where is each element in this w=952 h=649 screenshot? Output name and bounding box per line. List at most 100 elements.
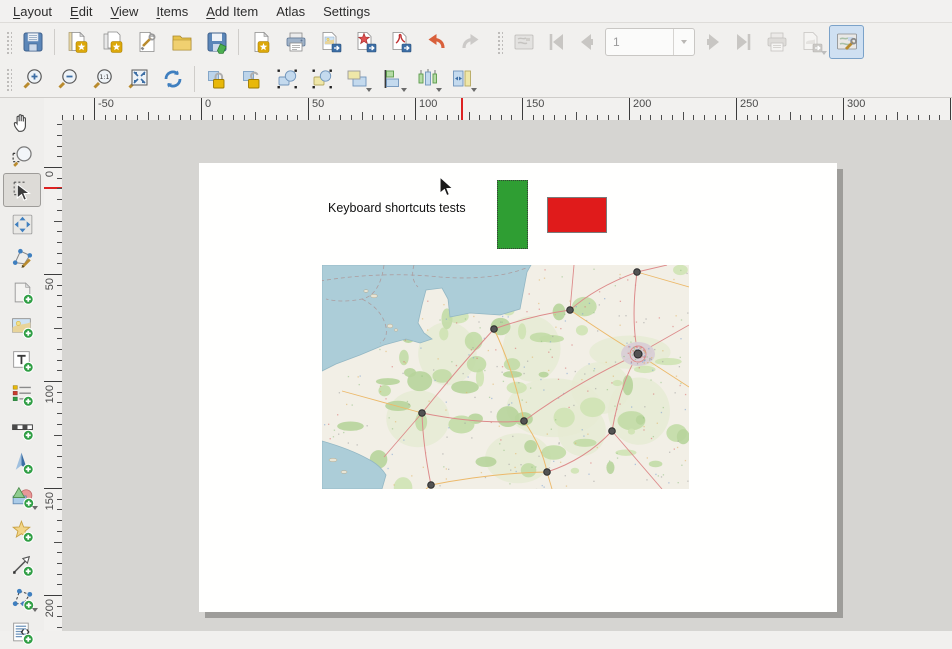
- zoom-actual-text: 1:1: [99, 74, 109, 81]
- add-page-tool[interactable]: [3, 275, 41, 309]
- add-north-arrow-tool[interactable]: [3, 445, 41, 479]
- duplicate-layout-icon: [100, 30, 124, 54]
- redo-button: [453, 25, 488, 59]
- new-layout-icon: [65, 30, 89, 54]
- zoom-in-icon: [21, 67, 45, 91]
- add-label-icon: [10, 348, 35, 373]
- horizontal-ruler[interactable]: -50050100150200250300350: [62, 98, 952, 121]
- new-layout-button[interactable]: [59, 25, 94, 59]
- add-node-item-tool[interactable]: [3, 581, 41, 615]
- invert-selection-button[interactable]: [304, 62, 339, 96]
- export-image-button[interactable]: [313, 25, 348, 59]
- menu-atlas[interactable]: Atlas: [267, 2, 314, 21]
- move-item-content-tool[interactable]: [3, 207, 41, 241]
- menu-add-item[interactable]: Add Item: [197, 2, 267, 21]
- item-toolbox: [0, 98, 44, 631]
- red-rectangle-item[interactable]: [547, 197, 607, 233]
- align-items-button[interactable]: [374, 62, 409, 96]
- add-scalebar-icon: [10, 416, 35, 441]
- preview-atlas-button: [506, 25, 541, 59]
- save-icon: [21, 30, 45, 54]
- add-marker-tool[interactable]: [3, 513, 41, 547]
- zoom-out-icon: [56, 67, 80, 91]
- first-feature-icon: [544, 30, 568, 54]
- resize-items-icon: [450, 67, 474, 91]
- map-item[interactable]: [322, 265, 689, 489]
- add-scalebar-tool[interactable]: [3, 411, 41, 445]
- lock-icon: [205, 67, 229, 91]
- save-project-button[interactable]: [199, 25, 234, 59]
- export-svg-icon: [354, 30, 378, 54]
- add-picture-tool[interactable]: [3, 309, 41, 343]
- add-arrow-tool[interactable]: [3, 547, 41, 581]
- menu-view[interactable]: View: [101, 2, 147, 21]
- map-city-dot: [567, 307, 574, 314]
- folder-icon: [170, 30, 194, 54]
- label-item[interactable]: Keyboard shortcuts tests: [328, 201, 466, 215]
- select-arrow-icon: [10, 178, 35, 203]
- menu-edit[interactable]: Edit: [61, 2, 101, 21]
- export-svg-button[interactable]: [348, 25, 383, 59]
- toolbar-actions: 1:1: [0, 61, 952, 98]
- zoom-out-button[interactable]: [50, 62, 85, 96]
- add-label-tool[interactable]: [3, 343, 41, 377]
- refresh-button[interactable]: [155, 62, 190, 96]
- open-layout-button[interactable]: [164, 25, 199, 59]
- distribute-items-button[interactable]: [409, 62, 444, 96]
- export-image-icon: [319, 30, 343, 54]
- zoom-layout-tool[interactable]: [3, 139, 41, 173]
- cursor-position-marker-h: [461, 98, 463, 120]
- duplicate-layout-button[interactable]: [94, 25, 129, 59]
- select-move-item-tool[interactable]: [3, 173, 41, 207]
- pan-layout-tool[interactable]: [3, 105, 41, 139]
- add-arrow-icon: [10, 552, 35, 577]
- toolbar-grip[interactable]: [5, 67, 12, 91]
- toolbar-separator: [238, 29, 239, 55]
- print-layout-button[interactable]: [278, 25, 313, 59]
- add-shape-tool[interactable]: [3, 479, 41, 513]
- toolbar-grip[interactable]: [5, 30, 12, 54]
- layout-properties-button[interactable]: [129, 25, 164, 59]
- add-html-tool[interactable]: [3, 615, 41, 649]
- atlas-settings-button[interactable]: [829, 25, 864, 59]
- undo-button[interactable]: [418, 25, 453, 59]
- export-atlas-icon: [800, 30, 824, 54]
- menu-layout[interactable]: Layout: [4, 2, 61, 21]
- last-feature-button: [729, 25, 759, 59]
- edit-nodes-item-tool[interactable]: [3, 241, 41, 275]
- layout-page[interactable]: Keyboard shortcuts tests: [199, 163, 837, 612]
- select-items-button[interactable]: [269, 62, 304, 96]
- layout-canvas[interactable]: Keyboard shortcuts tests: [62, 120, 952, 631]
- add-shape-icon: [10, 484, 35, 509]
- menu-settings[interactable]: Settings: [314, 2, 379, 21]
- new-report-button[interactable]: [243, 25, 278, 59]
- move-content-icon: [10, 212, 35, 237]
- redo-icon: [459, 30, 483, 54]
- green-rectangle-item[interactable]: [497, 180, 528, 249]
- toolbar-separator: [54, 29, 55, 55]
- resize-items-button[interactable]: [444, 62, 479, 96]
- add-picture-icon: [10, 314, 35, 339]
- first-feature-button: [541, 25, 571, 59]
- vertical-ruler[interactable]: 050100150200: [44, 120, 63, 631]
- add-legend-tool[interactable]: [3, 377, 41, 411]
- map-city-dot: [544, 469, 551, 476]
- lock-items-button[interactable]: [199, 62, 234, 96]
- zoom-actual-button[interactable]: 1:1: [85, 62, 120, 96]
- zoom-full-button[interactable]: [120, 62, 155, 96]
- unlock-items-button[interactable]: [234, 62, 269, 96]
- export-pdf-button[interactable]: [383, 25, 418, 59]
- invert-selection-icon: [310, 67, 334, 91]
- zoom-full-icon: [126, 67, 150, 91]
- map-image: [322, 265, 689, 489]
- printer-icon: [284, 30, 308, 54]
- menu-items[interactable]: Items: [147, 2, 197, 21]
- save-layout-button[interactable]: [15, 25, 50, 59]
- atlas-settings-icon: [835, 30, 859, 54]
- menubar: LayoutEditViewItemsAdd ItemAtlasSettings: [0, 0, 952, 23]
- raise-items-button[interactable]: [339, 62, 374, 96]
- toolbar-grip[interactable]: [496, 30, 503, 54]
- atlas-feature-combo: 1: [605, 28, 695, 56]
- zoom-in-button[interactable]: [15, 62, 50, 96]
- map-city-dot: [609, 428, 616, 435]
